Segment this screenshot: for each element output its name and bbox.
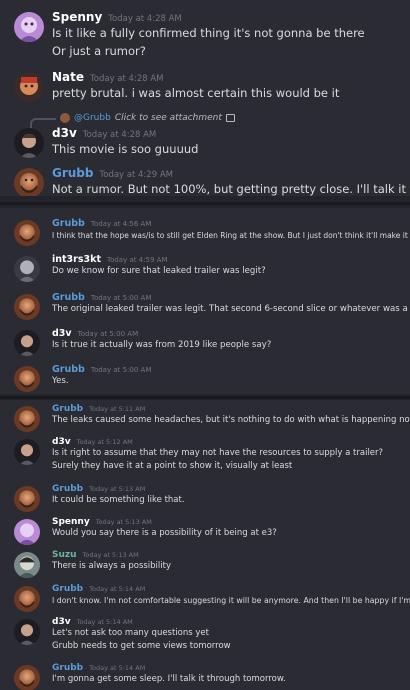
author-name[interactable]: Grubb	[52, 292, 85, 303]
timestamp: Today at 5:14 AM	[89, 585, 146, 593]
timestamp: Today at 4:56 AM	[90, 220, 152, 228]
timestamp: Today at 4:59 AM	[106, 256, 168, 264]
message-text: Is it true it actually was from 2019 lik…	[52, 340, 272, 350]
grubb-avatar[interactable]	[14, 294, 40, 320]
timestamp: Today at 5:00 AM	[77, 330, 139, 338]
message-spenny[interactable]: Spenny Today at 4:28 AM Is it like a ful…	[0, 10, 410, 60]
separator	[0, 396, 410, 399]
message-nate[interactable]: Nate Today at 4:28 AM pretty brutal. i w…	[0, 70, 410, 102]
message-suzu[interactable]: Suzu Today at 5:13 AM There is always a …	[0, 550, 410, 578]
spenny-avatar[interactable]	[14, 519, 40, 545]
chat-panel-2: Grubb Today at 4:56 AM I think that the …	[0, 208, 410, 394]
message-text: Let's not ask too many questions yet	[52, 628, 209, 638]
message-text: Yes.	[52, 376, 69, 386]
author-name[interactable]: Grubb	[52, 166, 94, 180]
author-name[interactable]: Grubb	[52, 484, 83, 494]
message-text: I don't know. I'm not comfortable sugges…	[52, 596, 410, 605]
timestamp: Today at 4:28 AM	[108, 14, 182, 24]
author-name[interactable]: Nate	[52, 70, 84, 84]
image-icon	[225, 114, 235, 122]
message-text: Grubb needs to get some views tomorrow	[52, 641, 231, 651]
timestamp: Today at 5:00 AM	[90, 366, 152, 374]
message-text: Do we know for sure that leaked trailer …	[52, 266, 266, 276]
message-grubb[interactable]: Grubb Today at 4:56 AM I think that the …	[0, 218, 410, 246]
grubb-avatar[interactable]	[14, 220, 40, 246]
chat-panel-1: Spenny Today at 4:28 AM Is it like a ful…	[0, 0, 410, 196]
author-name[interactable]: d3v	[52, 437, 71, 447]
message-text: pretty brutal. i was almost certain this…	[52, 86, 340, 100]
message-grubb[interactable]: Grubb Today at 5:00 AM The original leak…	[0, 292, 410, 320]
message-d3v[interactable]: d3v Today at 4:28 AM This movie is soo g…	[0, 126, 410, 158]
timestamp: Today at 5:11 AM	[89, 405, 146, 413]
message-text: I think that the hope was/is to still ge…	[52, 231, 410, 240]
author-name[interactable]: d3v	[52, 328, 72, 339]
message-text: Would you say there is a possibility of …	[52, 528, 277, 538]
message-d3v[interactable]: d3v Today at 5:14 AM Let's not ask too m…	[0, 617, 410, 653]
grubb-avatar[interactable]	[14, 486, 40, 512]
message-text: There is always a possibility	[52, 561, 171, 571]
grubb-avatar[interactable]	[14, 366, 40, 392]
message-text: Is it right to assume that they may not …	[52, 448, 384, 458]
message-grubb[interactable]: Grubb Today at 5:11 AM The leaks caused …	[0, 404, 410, 432]
grubb-mini-avatar	[60, 113, 70, 123]
d3v-avatar[interactable]	[14, 439, 40, 465]
suzu-avatar[interactable]	[14, 552, 40, 578]
timestamp: Today at 5:14 AM	[76, 618, 133, 626]
message-text: I'm gonna get some sleep. I'll talk it t…	[52, 674, 286, 684]
message-grubb[interactable]: Grubb Today at 5:13 AM It could be somet…	[0, 484, 410, 512]
separator	[0, 202, 410, 205]
reply-attachment-link[interactable]: Click to see attachment	[115, 113, 222, 123]
author-name[interactable]: Spenny	[52, 517, 90, 527]
timestamp: Today at 5:13 AM	[89, 485, 146, 493]
reply-reference[interactable]: @Grubb Click to see attachment	[0, 110, 410, 128]
message-grubb[interactable]: Grubb Today at 4:29 AM Not a rumor. But …	[0, 166, 410, 196]
timestamp: Today at 4:28 AM	[82, 130, 157, 140]
nate-avatar[interactable]	[14, 72, 44, 102]
grubb-avatar[interactable]	[14, 406, 40, 432]
chat-panel-3: Grubb Today at 5:11 AM The leaks caused …	[0, 400, 410, 690]
author-name[interactable]: Grubb	[52, 584, 83, 594]
timestamp: Today at 5:13 AM	[82, 551, 139, 559]
message-text: This movie is soo guuuud	[52, 142, 199, 156]
grubb-avatar[interactable]	[14, 665, 40, 690]
message-text: Not a rumor. But not 100%, but getting p…	[52, 182, 410, 196]
author-name[interactable]: int3rs3kt	[52, 254, 101, 265]
author-name[interactable]: Spenny	[52, 10, 102, 24]
author-name[interactable]: Suzu	[52, 550, 77, 560]
author-name[interactable]: d3v	[52, 126, 77, 140]
message-grubb[interactable]: Grubb Today at 5:00 AM Yes.	[0, 364, 410, 392]
message-d3v[interactable]: d3v Today at 5:12 AM Is it right to assu…	[0, 437, 410, 473]
timestamp: Today at 4:28 AM	[90, 74, 164, 84]
author-name[interactable]: Grubb	[52, 364, 85, 375]
timestamp: Today at 4:29 AM	[99, 170, 173, 180]
timestamp: Today at 5:12 AM	[76, 438, 133, 446]
timestamp: Today at 5:13 AM	[95, 518, 152, 526]
d3v-avatar[interactable]	[14, 128, 44, 158]
timestamp: Today at 5:00 AM	[90, 294, 152, 302]
d3v-avatar[interactable]	[14, 619, 40, 645]
author-name[interactable]: d3v	[52, 617, 71, 627]
message-text: Or just a rumor?	[52, 44, 146, 58]
message-grubb[interactable]: Grubb Today at 5:14 AM I don't know. I'm…	[0, 584, 410, 612]
int-avatar[interactable]	[14, 256, 40, 282]
message-text: The leaks caused some headaches, but it'…	[52, 415, 410, 425]
spenny-avatar[interactable]	[14, 12, 44, 42]
message-d3v[interactable]: d3v Today at 5:00 AM Is it true it actua…	[0, 328, 410, 356]
message-int3rs3kt[interactable]: int3rs3kt Today at 4:59 AM Do we know fo…	[0, 254, 410, 282]
grubb-avatar[interactable]	[14, 586, 40, 612]
author-name[interactable]: Grubb	[52, 218, 85, 229]
author-name[interactable]: Grubb	[52, 404, 83, 414]
timestamp: Today at 5:14 AM	[89, 664, 146, 672]
message-grubb[interactable]: Grubb Today at 5:14 AM I'm gonna get som…	[0, 663, 410, 690]
reply-author[interactable]: @Grubb	[74, 113, 111, 123]
author-name[interactable]: Grubb	[52, 663, 83, 673]
message-text: Surely they have it at a point to show i…	[52, 461, 293, 471]
message-spenny[interactable]: Spenny Today at 5:13 AM Would you say th…	[0, 517, 410, 545]
d3v-avatar[interactable]	[14, 330, 40, 356]
message-text: Is it like a fully confirmed thing it's …	[52, 26, 365, 40]
grubb-avatar[interactable]	[14, 168, 44, 196]
message-text: The original leaked trailer was legit. T…	[52, 304, 410, 314]
message-text: It could be something like that.	[52, 495, 185, 505]
